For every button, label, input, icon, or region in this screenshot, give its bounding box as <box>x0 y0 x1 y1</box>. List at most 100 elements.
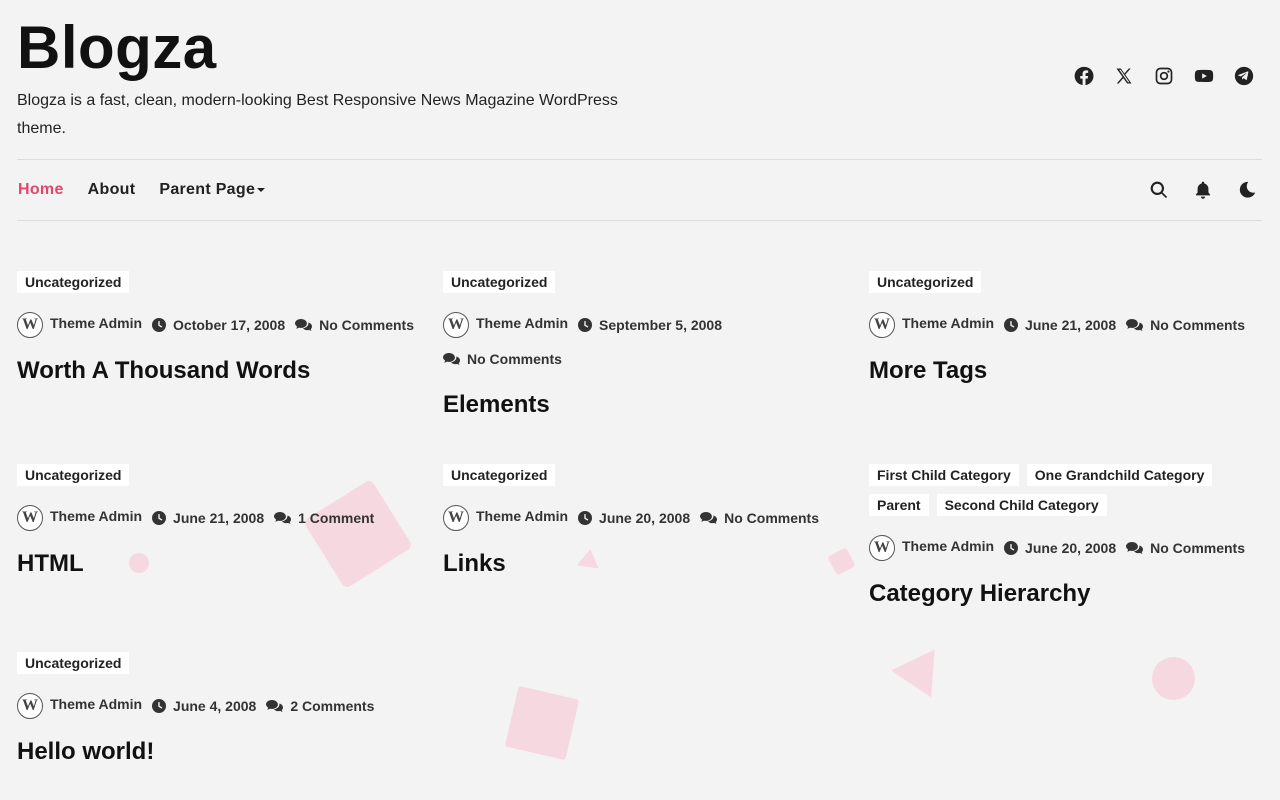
clock-icon <box>578 511 593 525</box>
post-meta: W Theme Admin June 20, 2008 No Comments <box>869 535 1269 561</box>
comments-icon <box>295 318 313 332</box>
post-title[interactable]: Hello world! <box>17 738 417 767</box>
post-categories: Uncategorized <box>443 271 743 293</box>
clock-icon <box>1004 541 1019 555</box>
post-categories: Uncategorized <box>17 271 417 293</box>
post-card: Uncategorized W Theme Admin June 4, 2008 … <box>17 652 417 767</box>
post-card: Uncategorized W Theme Admin June 20, 2008… <box>443 464 843 579</box>
post-title[interactable]: HTML <box>17 550 417 579</box>
telegram-icon[interactable] <box>1234 64 1254 88</box>
decorative-triangle <box>889 646 935 698</box>
main-navigation: Home About Parent Page <box>17 159 1262 221</box>
category-badge[interactable]: Uncategorized <box>17 464 130 486</box>
post-comments[interactable]: No Comments <box>295 313 414 337</box>
post-comments[interactable]: No Comments <box>1126 536 1245 560</box>
decorative-circle <box>1152 657 1195 700</box>
nav-item-label: Parent Page <box>159 181 256 198</box>
nav-item-home[interactable]: Home <box>18 181 64 199</box>
post-card: Uncategorized W Theme Admin June 21, 2008… <box>17 464 417 579</box>
post-date[interactable]: June 21, 2008 <box>152 506 264 530</box>
dark-mode-icon[interactable] <box>1236 179 1258 201</box>
post-title[interactable]: More Tags <box>869 357 1269 386</box>
post-title[interactable]: Category Hierarchy <box>869 580 1269 609</box>
post-card: Uncategorized W Theme Admin October 17, 2… <box>17 271 417 386</box>
post-meta: W Theme Admin June 21, 2008 No Comments <box>869 312 1269 338</box>
bell-icon[interactable] <box>1192 179 1214 201</box>
site-title[interactable]: Blogza <box>17 18 217 78</box>
caret-down-icon <box>257 187 266 192</box>
post-author[interactable]: W Theme Admin <box>869 312 994 338</box>
search-icon[interactable] <box>1148 179 1170 201</box>
post-author[interactable]: W Theme Admin <box>17 693 142 719</box>
post-date[interactable]: June 20, 2008 <box>1004 536 1116 560</box>
site-description: Blogza is a fast, clean, modern-looking … <box>17 92 618 137</box>
category-badge[interactable]: One Grandchild Category <box>1026 464 1213 486</box>
category-badge[interactable]: Uncategorized <box>443 271 556 293</box>
post-card: Uncategorized W Theme Admin June 21, 2008… <box>869 271 1269 386</box>
wordpress-avatar-icon: W <box>443 312 469 338</box>
nav-item-parent-page[interactable]: Parent Page <box>159 181 266 199</box>
post-author[interactable]: W Theme Admin <box>443 312 568 338</box>
nav-item-about[interactable]: About <box>88 181 136 199</box>
post-comments[interactable]: No Comments <box>1126 313 1245 337</box>
wordpress-avatar-icon: W <box>17 693 43 719</box>
post-author[interactable]: W Theme Admin <box>869 535 994 561</box>
post-meta: W Theme Admin June 21, 2008 1 Comment <box>17 505 417 531</box>
decorative-square <box>504 685 580 761</box>
post-card: First Child Category One Grandchild Cate… <box>869 464 1269 609</box>
post-title[interactable]: Worth A Thousand Words <box>17 357 417 386</box>
post-categories: Uncategorized <box>443 464 843 486</box>
post-categories: Uncategorized <box>17 652 417 674</box>
post-categories: First Child Category One Grandchild Cate… <box>869 464 1269 516</box>
clock-icon <box>152 318 167 332</box>
instagram-icon[interactable] <box>1154 64 1174 88</box>
category-badge[interactable]: Uncategorized <box>17 271 130 293</box>
post-title[interactable]: Links <box>443 550 843 579</box>
facebook-icon[interactable] <box>1074 64 1094 88</box>
comments-icon <box>266 699 284 713</box>
post-date[interactable]: June 21, 2008 <box>1004 313 1116 337</box>
post-date[interactable]: October 17, 2008 <box>152 313 285 337</box>
post-categories: Uncategorized <box>869 271 1269 293</box>
post-card: Uncategorized W Theme Admin September 5, … <box>443 271 743 420</box>
youtube-icon[interactable] <box>1194 64 1214 88</box>
post-comments[interactable]: 1 Comment <box>274 506 374 530</box>
header-actions <box>1148 160 1258 220</box>
clock-icon <box>578 318 593 332</box>
post-date[interactable]: June 4, 2008 <box>152 694 256 718</box>
wordpress-avatar-icon: W <box>443 505 469 531</box>
post-author[interactable]: W Theme Admin <box>443 505 568 531</box>
category-badge[interactable]: Uncategorized <box>17 652 130 674</box>
post-meta: W Theme Admin June 20, 2008 No Comments <box>443 505 843 531</box>
post-comments[interactable]: No Comments <box>700 506 819 530</box>
post-comments[interactable]: No Comments <box>443 347 562 371</box>
x-twitter-icon[interactable] <box>1114 64 1134 88</box>
category-badge[interactable]: Second Child Category <box>936 494 1107 516</box>
post-author[interactable]: W Theme Admin <box>17 312 142 338</box>
post-title[interactable]: Elements <box>443 391 743 420</box>
comments-icon <box>1126 318 1144 332</box>
post-meta: W Theme Admin June 4, 2008 2 Comments <box>17 693 417 719</box>
comments-icon <box>700 511 718 525</box>
post-author[interactable]: W Theme Admin <box>17 505 142 531</box>
post-date[interactable]: June 20, 2008 <box>578 506 690 530</box>
post-meta: W Theme Admin October 17, 2008 No Comment… <box>17 312 417 338</box>
wordpress-avatar-icon: W <box>869 312 895 338</box>
social-links <box>1074 64 1254 88</box>
post-categories: Uncategorized <box>17 464 417 486</box>
category-badge[interactable]: First Child Category <box>869 464 1019 486</box>
clock-icon <box>152 511 167 525</box>
post-date[interactable]: September 5, 2008 <box>578 313 722 337</box>
wordpress-avatar-icon: W <box>17 505 43 531</box>
clock-icon <box>1004 318 1019 332</box>
post-comments[interactable]: 2 Comments <box>266 694 374 718</box>
category-badge[interactable]: Parent <box>869 494 929 516</box>
category-badge[interactable]: Uncategorized <box>869 271 982 293</box>
category-badge[interactable]: Uncategorized <box>443 464 556 486</box>
post-meta: W Theme Admin September 5, 2008 No Commen… <box>443 312 743 371</box>
wordpress-avatar-icon: W <box>869 535 895 561</box>
primary-menu: Home About Parent Page <box>18 160 266 220</box>
wordpress-avatar-icon: W <box>17 312 43 338</box>
comments-icon <box>443 352 460 366</box>
clock-icon <box>152 699 167 713</box>
